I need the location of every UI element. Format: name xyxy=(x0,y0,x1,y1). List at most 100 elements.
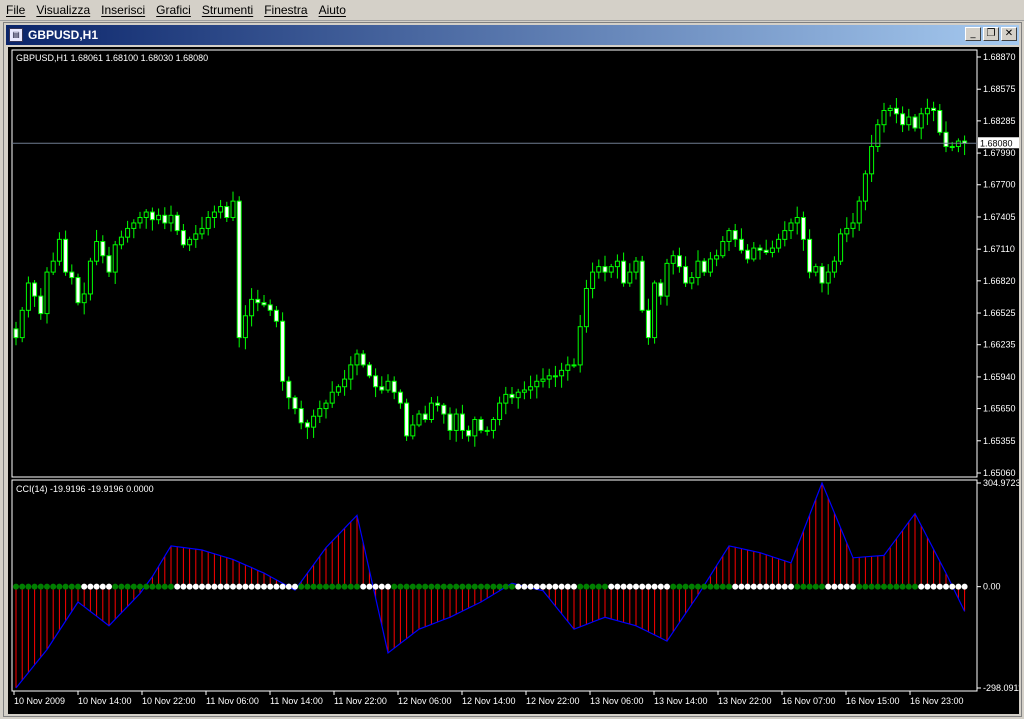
cci-signal-dot xyxy=(496,583,503,590)
candle-body xyxy=(19,309,25,339)
menu-charts[interactable]: Grafici xyxy=(153,3,199,17)
menu-insert[interactable]: Inserisci xyxy=(98,3,153,17)
cci-signal-dot xyxy=(688,583,695,590)
candle-body xyxy=(428,402,434,420)
candle-body xyxy=(497,402,503,420)
candle-body xyxy=(44,271,50,315)
candle-body xyxy=(447,413,453,431)
candle-body xyxy=(714,255,720,260)
candle-body xyxy=(745,249,751,260)
candle-body xyxy=(342,378,348,388)
cci-signal-dot xyxy=(868,583,875,590)
candle-body xyxy=(912,116,918,129)
candle-body xyxy=(788,222,794,232)
candle-body xyxy=(242,315,248,339)
chart-area[interactable]: GBPUSD,H1 1.68061 1.68100 1.68030 1.6808… xyxy=(8,47,1023,714)
cci-signal-dot xyxy=(633,583,639,590)
time-tick-label: 12 Nov 14:00 xyxy=(462,696,516,706)
menu-tools[interactable]: Strumenti xyxy=(199,3,261,17)
cci-signal-dot xyxy=(750,583,757,590)
candle-body xyxy=(515,391,521,399)
cci-signal-dot xyxy=(409,583,416,590)
candle-body xyxy=(354,353,360,366)
candle-body xyxy=(590,271,596,289)
cci-signal-dot xyxy=(422,583,429,590)
cci-signal-dot xyxy=(930,583,937,590)
minimize-button[interactable]: _ xyxy=(965,27,981,41)
candle-body xyxy=(937,110,943,133)
candle-body xyxy=(255,298,261,304)
cci-signal-dot xyxy=(37,583,44,590)
price-tick-label: 1.66820 xyxy=(983,276,1016,286)
candle-body xyxy=(69,271,75,279)
menu-help[interactable]: Aiuto xyxy=(316,3,354,17)
cci-signal-dot xyxy=(595,583,602,590)
chart-window-icon: ▤ xyxy=(9,28,23,42)
time-tick-label: 16 Nov 23:00 xyxy=(910,696,964,706)
cci-signal-dot xyxy=(763,583,770,590)
current-price-marker: 1.68080 xyxy=(12,137,1019,149)
candle-body xyxy=(100,241,106,257)
cci-signal-dot xyxy=(651,583,658,590)
cci-signal-dot xyxy=(521,583,528,590)
candle-body xyxy=(838,233,844,262)
cci-signal-dot xyxy=(323,583,329,590)
cci-signal-dot xyxy=(887,583,894,590)
candle-body xyxy=(528,386,534,391)
candle-body xyxy=(490,418,496,431)
candle-body xyxy=(559,369,565,377)
current-price-label: 1.68080 xyxy=(980,138,1013,148)
candle-body xyxy=(621,260,627,284)
candle-body xyxy=(317,408,323,417)
menu-window[interactable]: Finestra xyxy=(261,3,315,17)
cci-signal-dot xyxy=(397,583,404,590)
menu-file[interactable]: File xyxy=(3,3,33,17)
menu-view[interactable]: Visualizza xyxy=(33,3,98,17)
cci-signal-dot xyxy=(564,583,571,590)
cci-signal-dot xyxy=(180,583,187,590)
cci-signal-dot xyxy=(360,583,367,590)
cci-signal-dot xyxy=(701,583,708,590)
candlesticks xyxy=(13,98,968,447)
candle-body xyxy=(800,217,806,240)
cci-signal-dot xyxy=(912,583,918,590)
candle-body xyxy=(738,238,744,251)
candle-body xyxy=(218,206,224,213)
restore-button[interactable]: ❐ xyxy=(983,27,999,41)
chart-canvas[interactable]: GBPUSD,H1 1.68061 1.68100 1.68030 1.6808… xyxy=(8,47,1023,714)
cci-signal-dot xyxy=(800,583,807,590)
candle-body xyxy=(540,378,546,382)
candle-body xyxy=(645,309,651,339)
close-button[interactable]: ✕ xyxy=(1001,27,1017,41)
candle-body xyxy=(180,230,186,246)
candle-body xyxy=(112,244,118,273)
cci-signal-dot xyxy=(515,583,522,590)
candle-body xyxy=(224,206,230,219)
price-tick-label: 1.67110 xyxy=(983,244,1015,254)
candle-body xyxy=(819,266,825,284)
candle-body xyxy=(162,214,168,224)
candle-body xyxy=(273,309,279,322)
candle-body xyxy=(776,238,782,249)
cci-signal-dot xyxy=(211,583,218,590)
candle-body xyxy=(249,298,255,317)
cci-signal-dot xyxy=(608,583,615,590)
candle-body xyxy=(633,260,639,273)
cci-signal-dot xyxy=(540,583,546,590)
candle-body xyxy=(348,364,354,380)
candle-body xyxy=(701,260,707,273)
cci-signal-dot xyxy=(769,583,776,590)
candle-body xyxy=(757,247,763,251)
candle-body xyxy=(118,236,124,246)
price-tick-label: 1.65650 xyxy=(983,404,1016,414)
candle-body xyxy=(391,380,397,393)
candle-body xyxy=(825,271,831,284)
window-titlebar[interactable]: ▤ GBPUSD,H1 _ ❐ ✕ xyxy=(6,25,1019,45)
cci-signal-dot xyxy=(949,583,956,590)
cci-signal-dot xyxy=(856,583,863,590)
time-tick-label: 11 Nov 22:00 xyxy=(334,696,387,706)
candle-body xyxy=(335,386,341,393)
cci-signal-dot xyxy=(819,583,825,590)
candle-body xyxy=(596,266,602,273)
cci-signal-dot xyxy=(732,583,739,590)
